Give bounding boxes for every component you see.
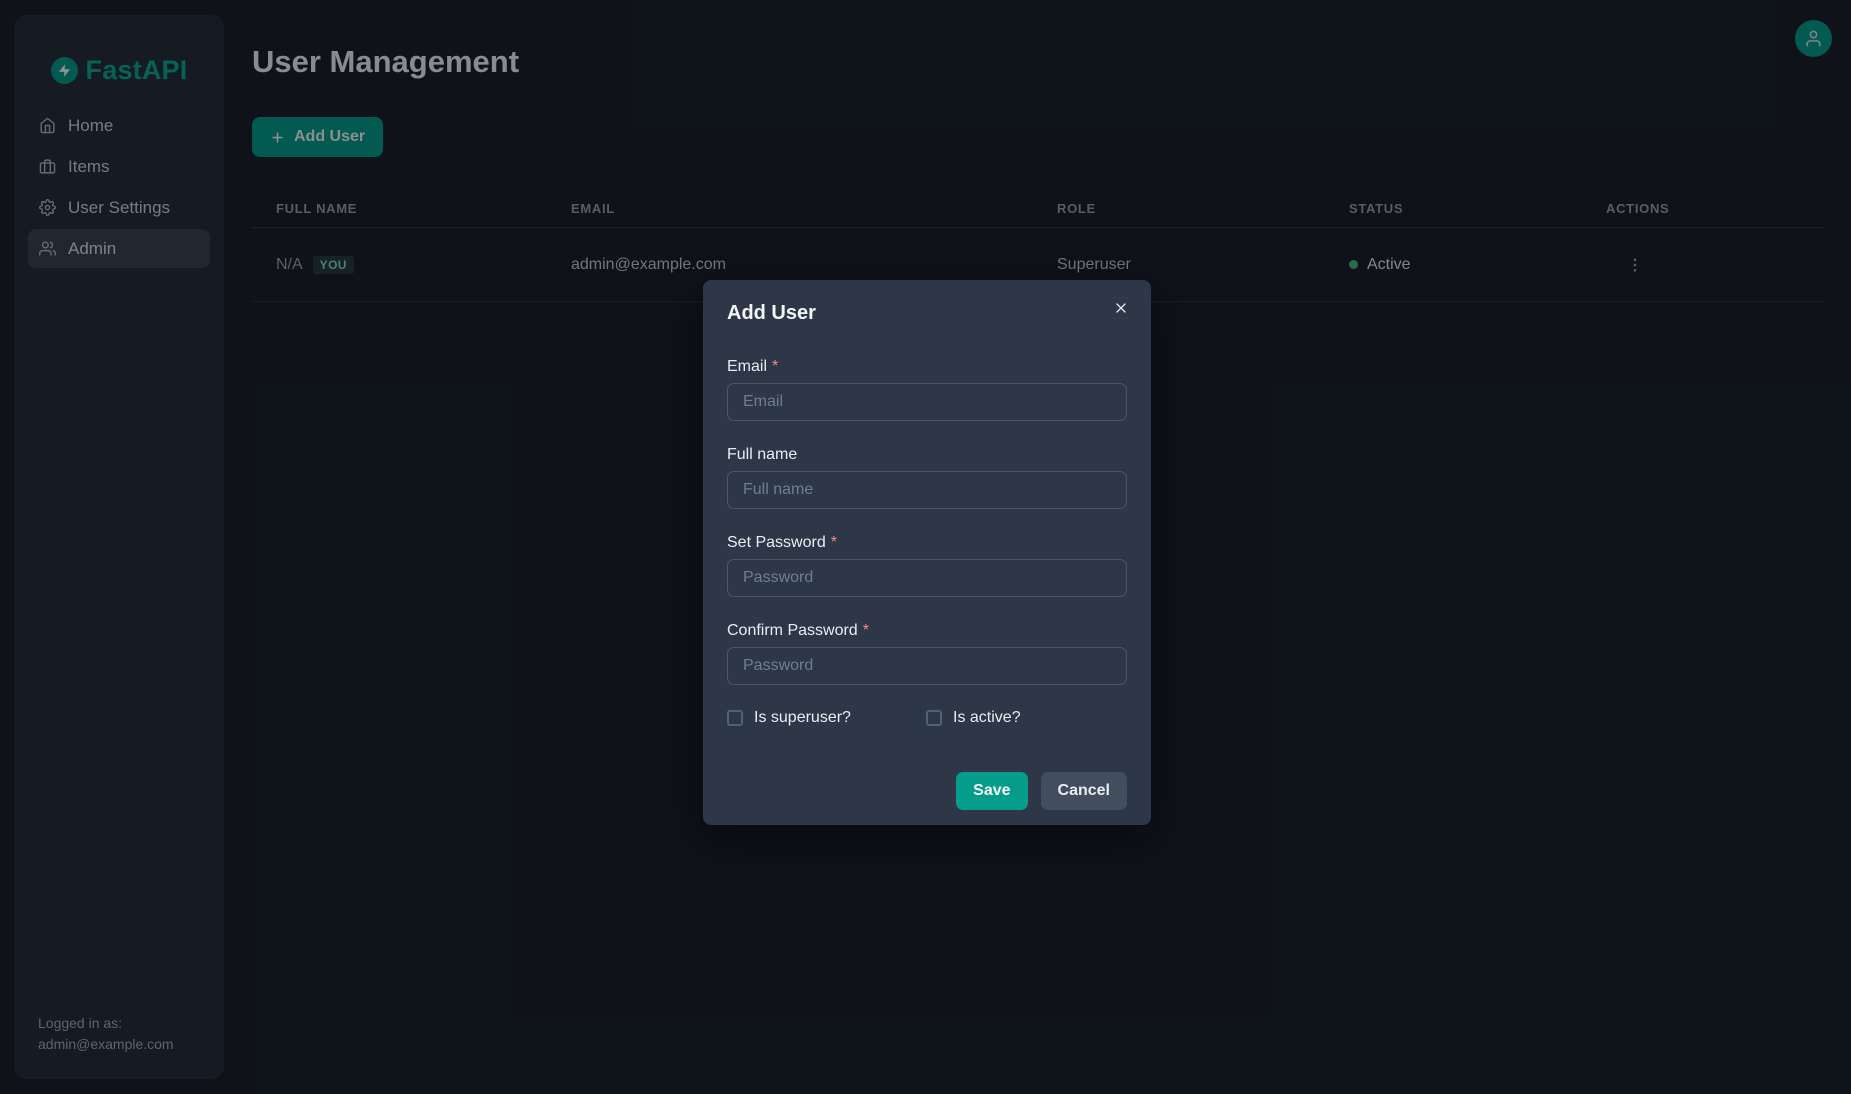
- email-field[interactable]: [727, 383, 1127, 421]
- full-name-label-text: Full name: [727, 445, 797, 464]
- checkbox-box-icon: [727, 710, 743, 726]
- modal-close-button[interactable]: [1105, 292, 1137, 324]
- confirm-password-label: Confirm Password *: [727, 621, 1127, 640]
- modal-checkbox-row: Is superuser? Is active?: [727, 709, 1127, 727]
- set-password-field[interactable]: [727, 559, 1127, 597]
- required-asterisk: *: [772, 357, 778, 376]
- full-name-label: Full name: [727, 445, 1127, 464]
- confirm-password-field-group: Confirm Password *: [727, 621, 1127, 685]
- email-field-group: Email *: [727, 357, 1127, 421]
- required-asterisk: *: [831, 533, 837, 552]
- set-password-label: Set Password *: [727, 533, 1127, 552]
- is-superuser-checkbox[interactable]: Is superuser?: [727, 709, 926, 727]
- set-password-field-group: Set Password *: [727, 533, 1127, 597]
- add-user-modal: Add User Email * Full name Set Password …: [703, 280, 1151, 825]
- email-label-text: Email: [727, 357, 767, 376]
- full-name-field-group: Full name: [727, 445, 1127, 509]
- modal-body: Email * Full name Set Password * Confirm…: [727, 357, 1127, 810]
- checkbox-box-icon: [926, 710, 942, 726]
- full-name-field[interactable]: [727, 471, 1127, 509]
- is-active-checkbox[interactable]: Is active?: [926, 709, 1021, 727]
- email-label: Email *: [727, 357, 1127, 376]
- is-superuser-label: Is superuser?: [754, 709, 851, 727]
- modal-title: Add User: [727, 302, 1127, 325]
- cancel-button[interactable]: Cancel: [1041, 772, 1127, 810]
- confirm-password-label-text: Confirm Password: [727, 621, 858, 640]
- set-password-label-text: Set Password: [727, 533, 826, 552]
- close-icon: [1113, 300, 1129, 316]
- required-asterisk: *: [863, 621, 869, 640]
- save-button[interactable]: Save: [956, 772, 1027, 810]
- is-active-label: Is active?: [953, 709, 1021, 727]
- modal-footer: Save Cancel: [727, 772, 1127, 810]
- confirm-password-field[interactable]: [727, 647, 1127, 685]
